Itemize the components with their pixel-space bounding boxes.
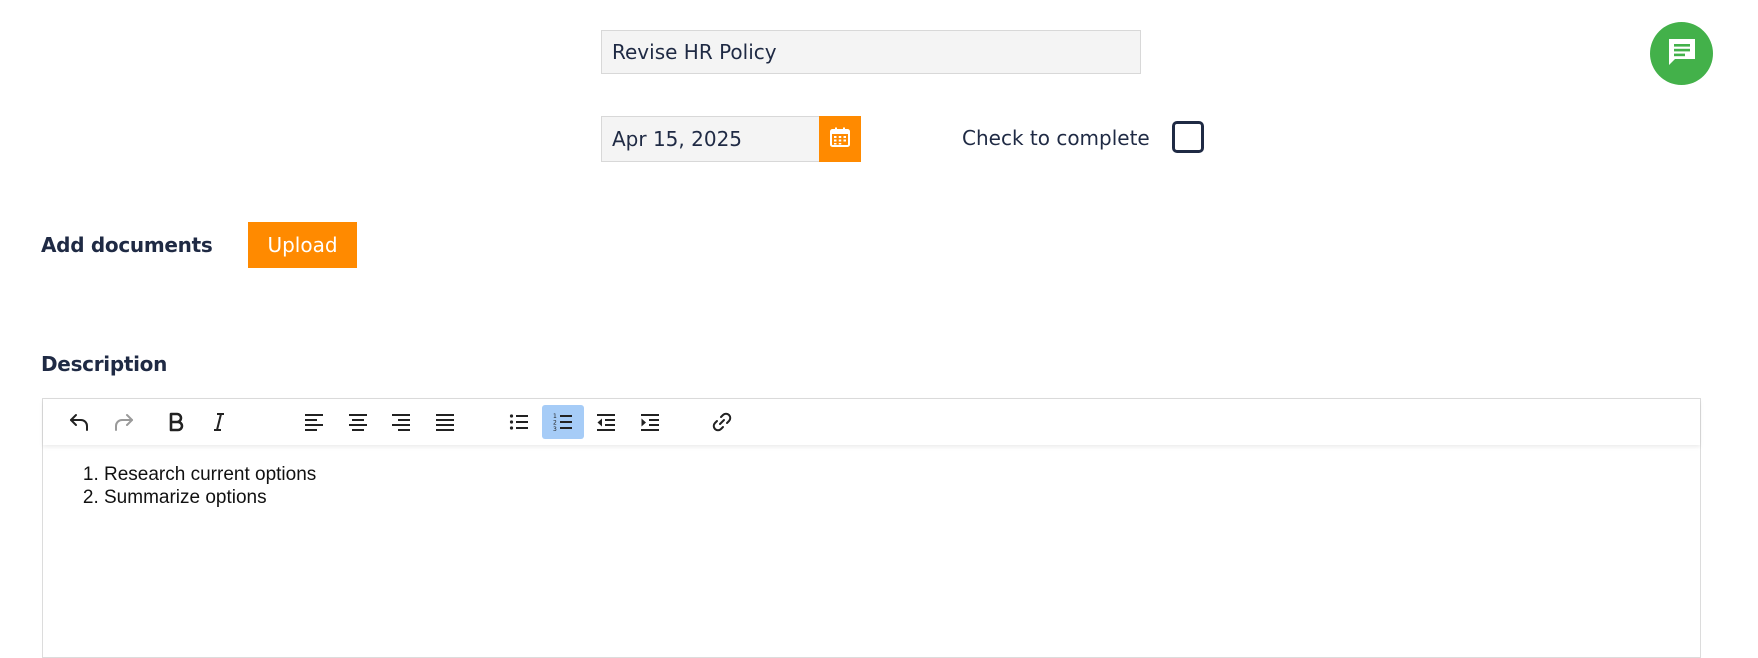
svg-text:3: 3 xyxy=(553,426,557,433)
due-date-input[interactable] xyxy=(601,116,820,162)
indent-icon xyxy=(638,410,662,434)
outdent-button[interactable] xyxy=(585,405,627,439)
list-item: Summarize options xyxy=(104,486,1700,509)
description-list: Research current options Summarize optio… xyxy=(43,463,1700,509)
link-button[interactable] xyxy=(701,405,743,439)
upload-button[interactable]: Upload xyxy=(248,222,357,268)
list-item: Research current options xyxy=(104,463,1700,486)
indent-button[interactable] xyxy=(629,405,671,439)
outdent-icon xyxy=(594,410,618,434)
bold-button[interactable] xyxy=(155,405,197,439)
italic-icon xyxy=(207,410,231,434)
description-editor[interactable]: 1 2 3 1. Research current options 2. Sum… xyxy=(42,398,1701,658)
description-label: Description xyxy=(41,352,168,376)
add-documents-label: Add documents xyxy=(41,233,213,257)
italic-button[interactable] xyxy=(198,405,240,439)
editor-toolbar: 1 2 3 xyxy=(43,399,1700,445)
align-justify-icon xyxy=(433,410,457,434)
redo-icon xyxy=(112,410,136,434)
editor-content[interactable]: Research current options Summarize optio… xyxy=(43,445,1700,657)
undo-icon xyxy=(67,410,91,434)
task-title-input[interactable] xyxy=(601,30,1141,74)
align-left-button[interactable] xyxy=(293,405,335,439)
calendar-button[interactable] xyxy=(819,116,861,162)
undo-button[interactable] xyxy=(58,405,100,439)
align-center-icon xyxy=(346,410,370,434)
chat-icon xyxy=(1665,35,1699,73)
align-justify-button[interactable] xyxy=(424,405,466,439)
align-left-icon xyxy=(302,410,326,434)
numbered-list-button[interactable]: 1 2 3 xyxy=(542,405,584,439)
align-right-icon xyxy=(389,410,413,434)
complete-checkbox[interactable] xyxy=(1172,121,1204,153)
calendar-icon xyxy=(830,127,850,151)
bullet-list-button[interactable] xyxy=(498,405,540,439)
bullet-list-icon xyxy=(507,410,531,434)
numbered-list-icon: 1 2 3 xyxy=(551,410,575,434)
align-center-button[interactable] xyxy=(337,405,379,439)
redo-button[interactable] xyxy=(103,405,145,439)
link-icon xyxy=(710,410,734,434)
align-right-button[interactable] xyxy=(380,405,422,439)
chat-button[interactable] xyxy=(1650,22,1713,85)
bold-icon xyxy=(164,410,188,434)
complete-label: Check to complete xyxy=(962,126,1150,150)
